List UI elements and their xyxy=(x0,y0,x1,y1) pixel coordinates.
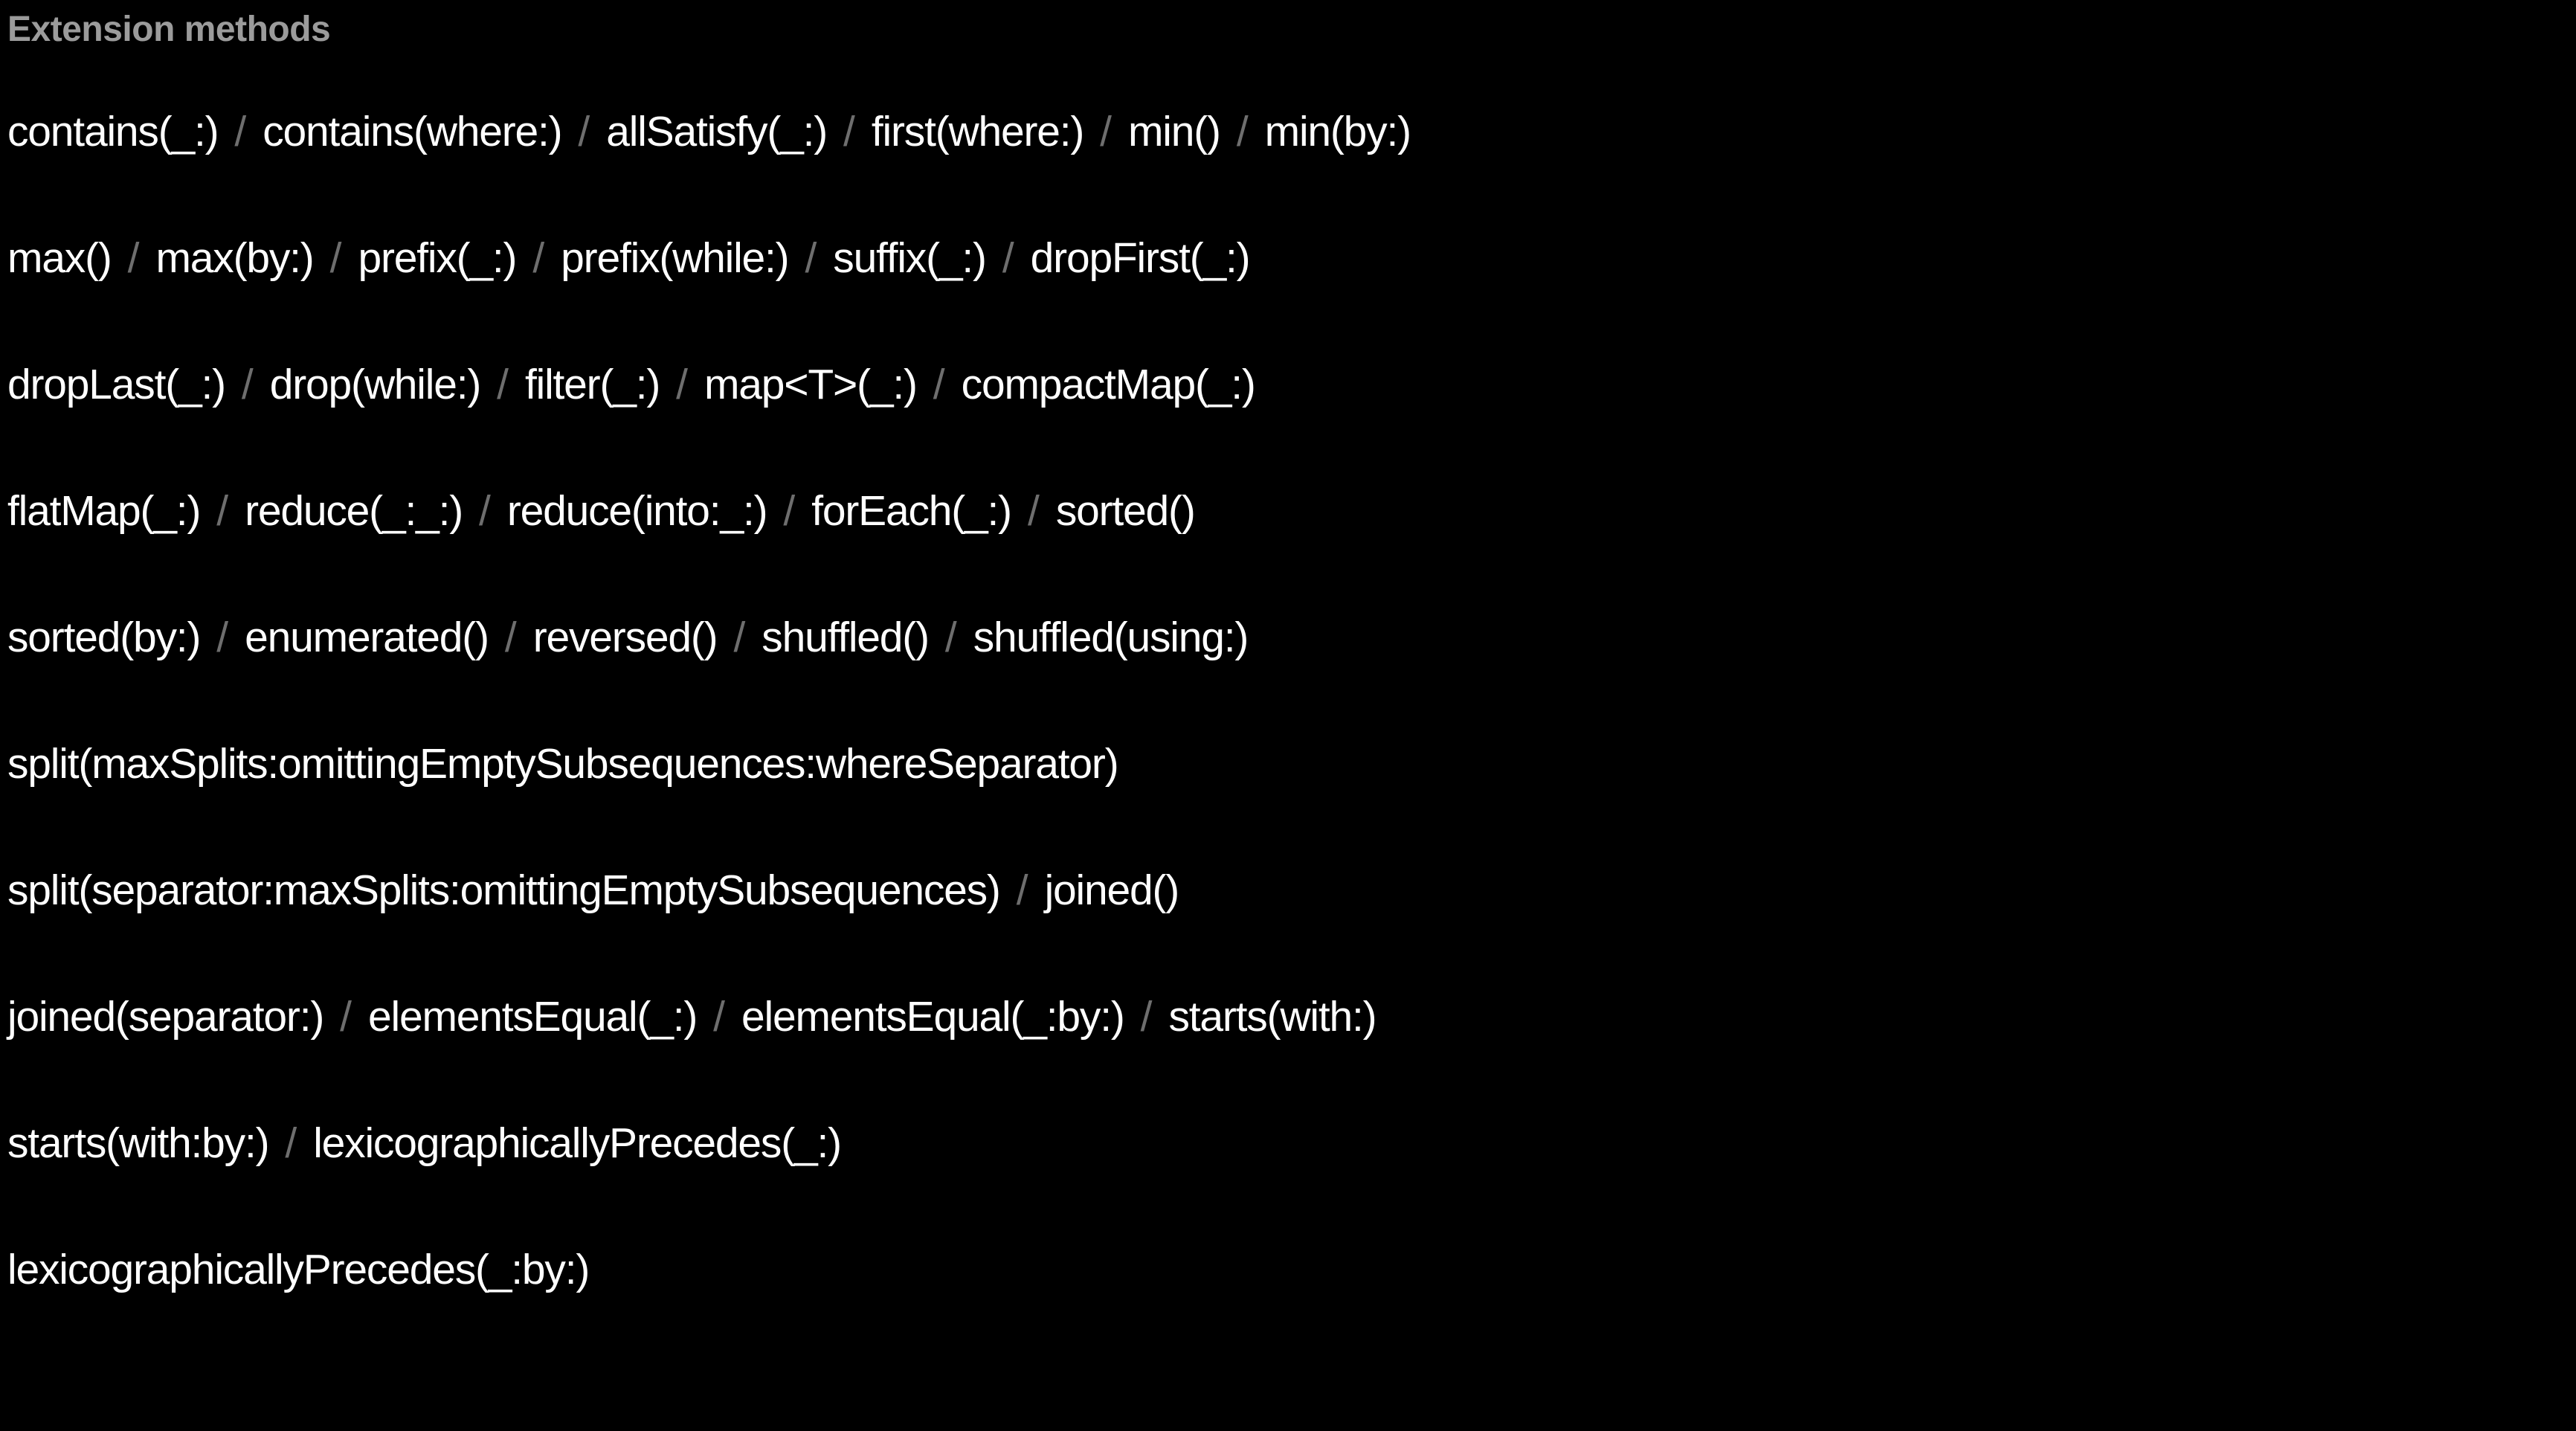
method-separator: / xyxy=(504,614,517,661)
method-name: drop(while:) xyxy=(269,361,482,408)
method-name: reduce(_:_:) xyxy=(245,487,463,535)
list-item: flatMap(_:) / reduce(_:_:) / reduce(into:_:)… xyxy=(7,448,2576,574)
method-separator: / xyxy=(127,234,140,282)
method-name: lexicographicallyPrecedes(_:by:) xyxy=(7,1246,590,1293)
method-name: dropFirst(_:) xyxy=(1030,234,1251,282)
method-name: starts(with:) xyxy=(1168,993,1376,1041)
method-separator: / xyxy=(713,993,725,1041)
method-name: filter(_:) xyxy=(524,361,660,408)
method-separator: / xyxy=(497,361,509,408)
method-separator: / xyxy=(1002,234,1014,282)
extension-methods-list: contains(_:) / contains(where:) / allSatisfy… xyxy=(7,68,2576,1333)
method-name: reversed() xyxy=(532,614,718,661)
method-separator: / xyxy=(216,487,229,535)
method-separator: / xyxy=(340,993,352,1041)
list-item: starts(with:by:) / lexicographicallyPreced… xyxy=(7,1080,2576,1206)
method-name: enumerated() xyxy=(245,614,489,661)
method-separator: / xyxy=(1236,108,1249,155)
method-separator: / xyxy=(933,361,945,408)
method-name: starts(with:by:) xyxy=(7,1119,270,1167)
method-name: map<T>(_:) xyxy=(704,361,918,408)
method-separator: / xyxy=(216,614,229,661)
list-item: split(maxSplits:omittingEmptySubsequence… xyxy=(7,701,2576,827)
method-name: allSatisfy(_:) xyxy=(606,108,828,155)
method-name: compactMap(_:) xyxy=(961,361,1256,408)
method-name: reduce(into:_:) xyxy=(506,487,768,535)
method-separator: / xyxy=(532,234,545,282)
method-name: max(by:) xyxy=(155,234,315,282)
method-name: forEach(_:) xyxy=(811,487,1012,535)
list-item: contains(_:) / contains(where:) / allSatisfy… xyxy=(7,68,2576,195)
method-separator: / xyxy=(944,614,957,661)
method-separator: / xyxy=(733,614,746,661)
method-separator: / xyxy=(1016,866,1028,914)
method-name: lexicographicallyPrecedes(_:) xyxy=(313,1119,842,1167)
method-name: prefix(while:) xyxy=(561,234,789,282)
method-name: contains(_:) xyxy=(7,108,219,155)
list-item: max() / max(by:) / prefix(_:) / prefix(while:)… xyxy=(7,195,2576,321)
method-name: elementsEqual(_:by:) xyxy=(741,993,1125,1041)
method-separator: / xyxy=(479,487,491,535)
method-separator: / xyxy=(578,108,590,155)
method-name: shuffled(using:) xyxy=(973,614,1249,661)
slide-content: Extension methods contains(_:) / contains(… xyxy=(7,0,2576,1333)
method-name: dropLast(_:) xyxy=(7,361,226,408)
list-item: sorted(by:) / enumerated() / reversed() / shuf… xyxy=(7,574,2576,701)
method-separator: / xyxy=(1027,487,1040,535)
page-title: Extension methods xyxy=(7,10,331,49)
method-name: first(where:) xyxy=(871,108,1084,155)
method-name: joined() xyxy=(1044,866,1180,914)
method-name: split(separator:maxSplits:omittingEmptyS… xyxy=(7,866,1001,914)
method-name: prefix(_:) xyxy=(358,234,517,282)
list-item: split(separator:maxSplits:omittingEmptyS… xyxy=(7,827,2576,954)
list-item: joined(separator:) / elementsEqual(_:) / ele… xyxy=(7,954,2576,1080)
method-separator: / xyxy=(676,361,689,408)
method-name: elementsEqual(_:) xyxy=(367,993,698,1041)
method-name: flatMap(_:) xyxy=(7,487,201,535)
method-name: min() xyxy=(1128,108,1221,155)
method-separator: / xyxy=(234,108,247,155)
method-name: shuffled() xyxy=(761,614,930,661)
method-name: contains(where:) xyxy=(263,108,562,155)
method-separator: / xyxy=(1100,108,1112,155)
method-name: sorted(by:) xyxy=(7,614,201,661)
method-separator: / xyxy=(285,1119,297,1167)
method-separator: / xyxy=(783,487,796,535)
method-separator: / xyxy=(843,108,855,155)
method-name: sorted() xyxy=(1055,487,1196,535)
list-item: dropLast(_:) / drop(while:) / filter(_:) / map… xyxy=(7,321,2576,448)
slide-root: Extension methods contains(_:) / contains(… xyxy=(0,0,2576,1431)
method-name: split(maxSplits:omittingEmptySubsequence… xyxy=(7,740,1119,788)
method-name: suffix(_:) xyxy=(833,234,987,282)
method-separator: / xyxy=(805,234,817,282)
method-separator: / xyxy=(1140,993,1153,1041)
method-name: min(by:) xyxy=(1264,108,1411,155)
method-separator: / xyxy=(241,361,254,408)
method-name: joined(separator:) xyxy=(7,993,324,1041)
method-separator: / xyxy=(329,234,342,282)
list-item: lexicographicallyPrecedes(_:by:) xyxy=(7,1206,2576,1333)
method-name: max() xyxy=(7,234,112,282)
